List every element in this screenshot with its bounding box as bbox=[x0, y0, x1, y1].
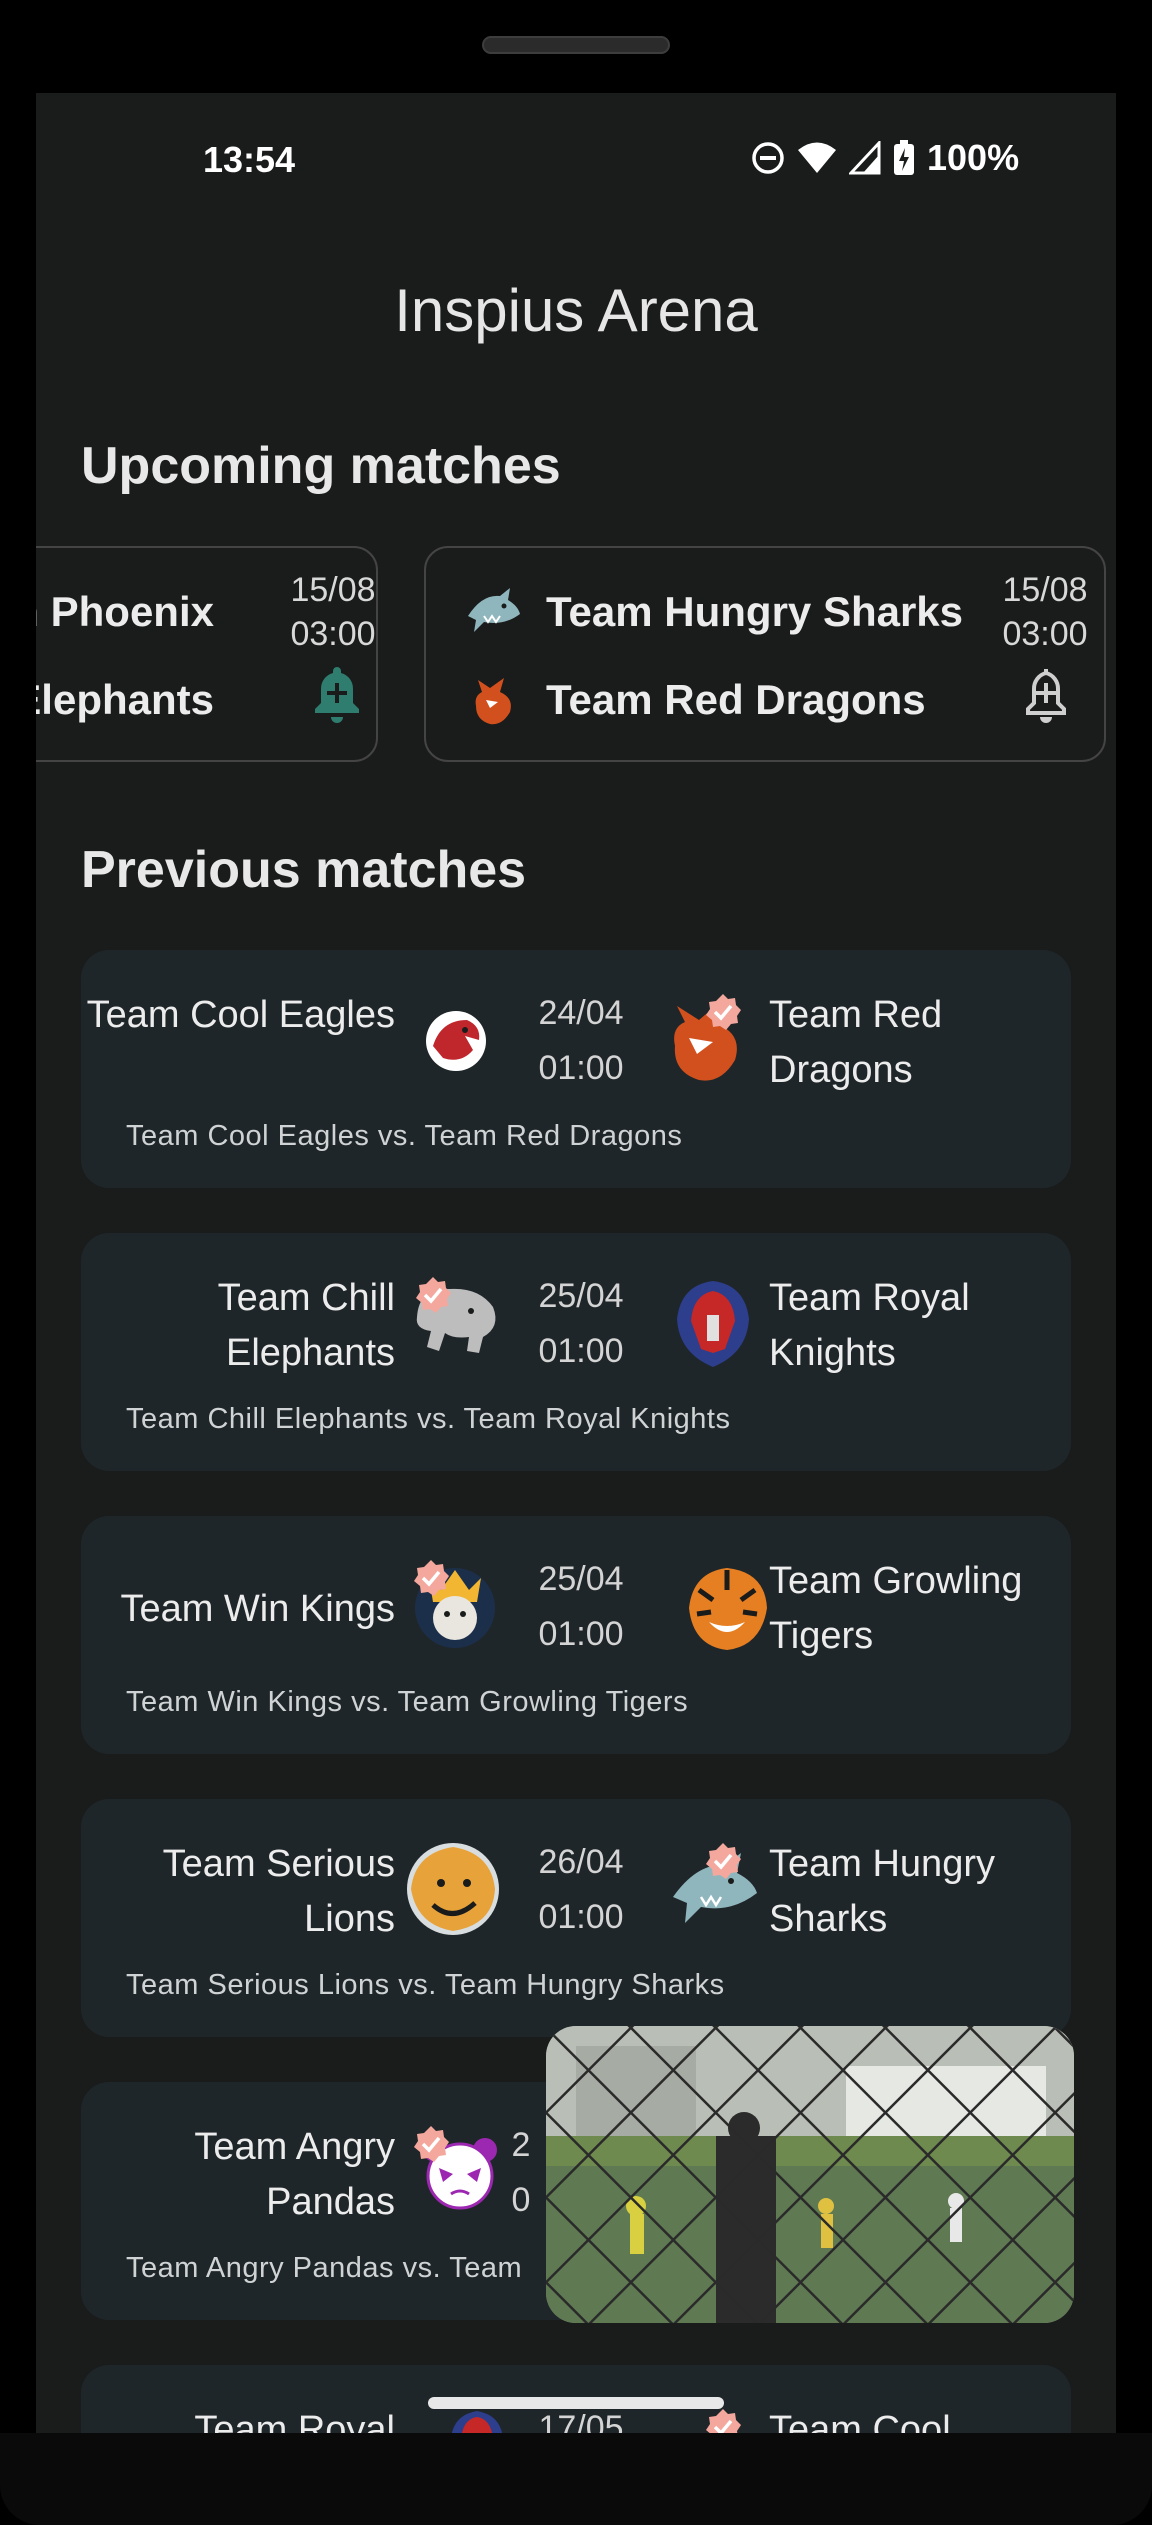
status-bar: 13:54 100% bbox=[36, 93, 1116, 233]
match-date: 2 bbox=[511, 2126, 531, 2164]
match-description: Team Serious Lions vs. Team Hungry Shark… bbox=[126, 1969, 725, 2001]
away-team-name: Team Red Dragons bbox=[769, 994, 943, 1091]
winner-check-badge-icon bbox=[414, 1560, 449, 1596]
home-team-name: Team Cool Eagles bbox=[86, 994, 395, 1036]
upcoming-time: 03:00 bbox=[1002, 615, 1088, 653]
winner-check-badge-icon bbox=[706, 1843, 741, 1879]
cell-signal-icon bbox=[849, 141, 881, 175]
upcoming-date: 15/08 bbox=[290, 571, 376, 609]
battery-charging-icon bbox=[894, 140, 914, 175]
match-description: Team Cool Eagles vs. Team Red Dragons bbox=[126, 1120, 683, 1152]
previous-section-title: Previous matches bbox=[81, 841, 527, 899]
gesture-navigation-handle[interactable] bbox=[428, 2397, 724, 2409]
battery-percentage: 100% bbox=[927, 137, 1020, 178]
away-team-name: Team Growling Tigers bbox=[769, 1560, 1023, 1657]
previous-match-card[interactable]: Team Serious Lions 26/04 01:00 Team Hung… bbox=[81, 1799, 1071, 2037]
match-time: 01:00 bbox=[538, 1049, 624, 1087]
match-time: 01:00 bbox=[538, 1898, 624, 1936]
app-title: Inspius Arena bbox=[394, 277, 758, 344]
match-date: 25/04 bbox=[538, 1560, 624, 1598]
match-time: 01:00 bbox=[538, 1332, 624, 1370]
upcoming-team-b: Team Red Dragons bbox=[546, 676, 926, 723]
team-royal-knights-logo bbox=[451, 2411, 503, 2433]
previous-match-card[interactable]: Team Win Kings 25/04 01:00 Team Growling bbox=[81, 1516, 1071, 1754]
away-team-name: Team Hungry Sharks bbox=[769, 1843, 995, 1940]
app-screen: 13:54 100% Inspius Arena Upcoming matche… bbox=[36, 93, 1116, 2433]
match-date-block: 25/04 01:00 bbox=[506, 1552, 656, 1662]
match-time: 01:00 bbox=[538, 1615, 624, 1653]
status-time: 13:54 bbox=[203, 139, 296, 180]
upcoming-date-block: 15/08 03:00 bbox=[990, 568, 1100, 656]
earpiece-speaker bbox=[482, 36, 670, 54]
bottom-bezel bbox=[0, 2433, 1152, 2525]
upcoming-date: 15/08 bbox=[1002, 571, 1088, 609]
away-team-name: Team Royal Knights bbox=[769, 1277, 970, 1374]
upcoming-date-block: 15/08 03:00 bbox=[278, 568, 388, 656]
winner-check-badge-icon bbox=[416, 1277, 451, 1313]
status-icons: 100% bbox=[751, 137, 1019, 179]
home-team-name: Team Serious Lions bbox=[162, 1843, 395, 1940]
winner-check-badge-icon bbox=[414, 2126, 449, 2162]
upcoming-time: 03:00 bbox=[290, 615, 376, 653]
phone-frame: 13:54 100% Inspius Arena Upcoming matche… bbox=[0, 0, 1152, 2525]
match-description: Team Win Kings vs. Team Growling Tigers bbox=[126, 1686, 689, 1718]
winner-check-badge-icon bbox=[706, 994, 741, 1030]
video-preview-player[interactable] bbox=[546, 2026, 1074, 2323]
do-not-disturb-icon bbox=[752, 142, 784, 174]
match-description: Team Chill Elephants vs. Team Royal Knig… bbox=[126, 1403, 731, 1435]
away-team-name: Team Cool bbox=[769, 2409, 951, 2433]
match-time: 0 bbox=[511, 2181, 531, 2219]
match-date: 26/04 bbox=[538, 1843, 624, 1881]
match-description: Team Angry Pandas vs. Team bbox=[126, 2252, 523, 2284]
team-red-dragons-logo bbox=[475, 678, 511, 725]
team-serious-lions-logo bbox=[407, 1843, 499, 1935]
video-frame-image bbox=[546, 2026, 1074, 2323]
upcoming-match-card[interactable]: Team Win Phoenix Team Chill Elephants 15… bbox=[36, 546, 378, 762]
home-team-name: Team Chill Elephants bbox=[217, 1277, 395, 1374]
match-date-block: 25/04 01:00 bbox=[506, 1269, 656, 1379]
match-date-block: 2 0 bbox=[511, 2118, 531, 2228]
team-cool-eagles-logo bbox=[426, 1011, 486, 1071]
home-team-name: Team Win Kings bbox=[120, 1588, 395, 1630]
wifi-icon bbox=[798, 142, 836, 173]
upcoming-team-a: Team Hungry Sharks bbox=[546, 588, 964, 635]
home-team-name: Team Angry Pandas bbox=[194, 2126, 395, 2223]
home-team-name: Team Royal bbox=[194, 2409, 395, 2433]
team-growling-tigers-logo bbox=[689, 1568, 767, 1650]
match-date: 25/04 bbox=[538, 1277, 624, 1315]
upcoming-team-b: Team Chill Elephants bbox=[36, 676, 214, 723]
match-date-block: 24/04 01:00 bbox=[506, 986, 656, 1096]
previous-match-card[interactable]: Team Cool Eagles 24/04 01:00 Team Red Dr… bbox=[81, 950, 1071, 1188]
upcoming-match-card[interactable]: Team Hungry Sharks Team Red Dragons 15/0… bbox=[424, 546, 1106, 762]
team-royal-knights-logo bbox=[677, 1281, 749, 1367]
team-hungry-sharks-logo bbox=[468, 588, 520, 632]
match-date: 24/04 bbox=[538, 994, 624, 1032]
winner-check-badge-icon bbox=[706, 2409, 741, 2433]
upcoming-team-a: Team Win Phoenix bbox=[36, 588, 214, 635]
match-date-block: 26/04 01:00 bbox=[506, 1835, 656, 1945]
notification-bell-active-icon[interactable] bbox=[311, 663, 363, 723]
add-notification-bell-icon[interactable] bbox=[1020, 663, 1072, 723]
previous-match-card[interactable]: Team Chill Elephants 25/04 01:00 Team Ro… bbox=[81, 1233, 1071, 1471]
upcoming-section-title: Upcoming matches bbox=[81, 437, 561, 495]
